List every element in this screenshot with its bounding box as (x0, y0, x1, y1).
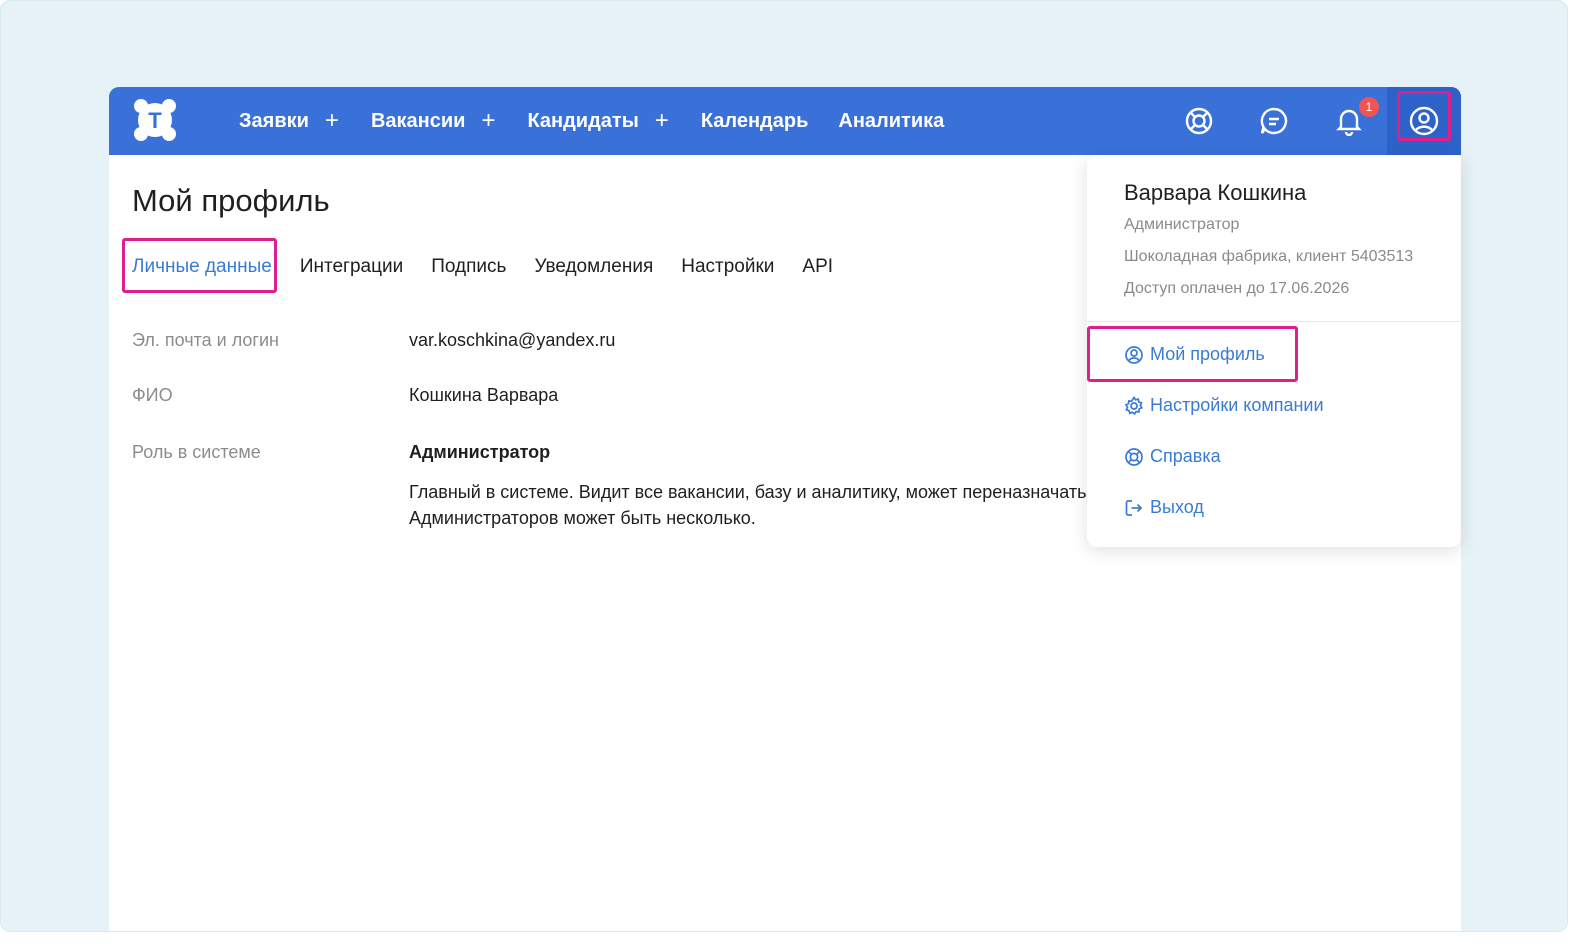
active-tab-highlight (122, 238, 277, 293)
role-value: Администратор (409, 442, 551, 462)
nav-item-analytics[interactable]: Аналитика (838, 110, 944, 133)
dropdown-divider (1087, 321, 1461, 322)
menu-item-logout[interactable]: Выход (1124, 497, 1204, 518)
add-candidate-button[interactable]: + (655, 109, 669, 133)
logo[interactable]: T (131, 96, 179, 144)
screenshot-background: T Заявки + Вакансии + Кандидаты + Календ… (0, 0, 1568, 932)
menu-item-logout-label: Выход (1150, 497, 1204, 517)
dropdown-user-role: Администратор (1124, 216, 1240, 233)
menu-item-company-settings-label: Настройки компании (1150, 395, 1324, 415)
profile-dropdown: Варвара Кошкина Администратор Шоколадная… (1087, 155, 1461, 547)
role-description-line-2: Администраторов может быть несколько. (409, 508, 756, 528)
menu-item-company-settings[interactable]: Настройки компании (1124, 395, 1324, 416)
notification-badge: 1 (1359, 97, 1379, 117)
nav-item-calendar[interactable]: Календарь (701, 110, 809, 133)
dropdown-user-name: Варвара Кошкина (1124, 180, 1307, 205)
dropdown-company: Шоколадная фабрика, клиент 5403513 (1124, 248, 1414, 265)
help-button[interactable] (1175, 97, 1223, 145)
notifications-button[interactable]: 1 (1325, 97, 1379, 145)
help-icon (1185, 107, 1213, 135)
my-profile-highlight (1087, 326, 1298, 382)
logout-icon (1125, 499, 1143, 516)
tab-api[interactable]: API (802, 255, 833, 279)
full-name-label: ФИО (132, 385, 173, 405)
profile-button-highlight (1397, 91, 1451, 141)
full-name-value: Кошкина Варвара (409, 385, 559, 405)
role-label: Роль в системе (132, 442, 261, 462)
add-vacancy-button[interactable]: + (481, 109, 495, 133)
chat-button[interactable] (1250, 97, 1298, 145)
menu-item-help-label: Справка (1150, 446, 1221, 466)
page-title: Мой профиль (132, 183, 330, 218)
role-description-line-1: Главный в системе. Видит все вакансии, б… (409, 482, 1102, 502)
tab-signature[interactable]: Подпись (431, 255, 506, 279)
main-nav: Заявки + Вакансии + Кандидаты + Календар… (239, 87, 944, 155)
tab-integrations[interactable]: Интеграции (300, 255, 403, 279)
logo-icon: T (134, 99, 176, 141)
email-value: var.koschkina@yandex.ru (409, 330, 616, 350)
menu-item-help[interactable]: Справка (1124, 446, 1221, 467)
lifebuoy-icon (1125, 447, 1143, 466)
add-request-button[interactable]: + (325, 109, 339, 133)
top-navigation-bar: T Заявки + Вакансии + Кандидаты + Календ… (109, 87, 1461, 155)
nav-item-vacancies[interactable]: Вакансии (371, 110, 466, 133)
dropdown-access-status: Доступ оплачен до 17.06.2026 (1124, 280, 1350, 297)
gear-icon (1124, 395, 1144, 415)
logo-letter: T (148, 108, 162, 133)
tab-settings[interactable]: Настройки (681, 255, 774, 279)
role-description: Главный в системе. Видит все вакансии, б… (409, 479, 1109, 531)
nav-item-candidates[interactable]: Кандидаты (527, 110, 638, 133)
tab-notifications[interactable]: Уведомления (534, 255, 653, 279)
email-label: Эл. почта и логин (132, 330, 279, 350)
nav-item-requests[interactable]: Заявки (239, 110, 309, 133)
chat-icon (1260, 107, 1288, 135)
